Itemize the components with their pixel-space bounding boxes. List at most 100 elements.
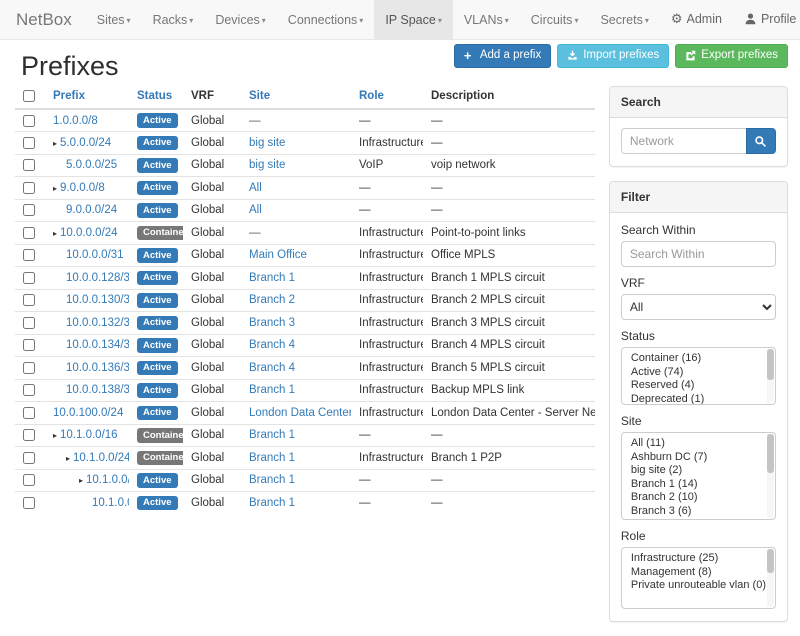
- site-link[interactable]: Branch 1: [249, 384, 295, 396]
- profile-link[interactable]: Profile: [733, 0, 800, 39]
- prefix-link[interactable]: 10.0.0.130/31: [66, 294, 129, 306]
- row-checkbox[interactable]: [23, 317, 35, 329]
- column-header-description: Description: [423, 86, 595, 109]
- expand-arrow-icon: ▸: [66, 454, 70, 463]
- column-header-site[interactable]: Site: [241, 86, 351, 109]
- user-icon: [744, 12, 757, 25]
- list-option[interactable]: Branch 4 (12): [622, 518, 775, 520]
- row-checkbox[interactable]: [23, 294, 35, 306]
- status-badge: Active: [137, 316, 178, 331]
- site-link[interactable]: Branch 1: [249, 497, 295, 509]
- column-header-prefix[interactable]: Prefix: [45, 86, 129, 109]
- nav-menu-item[interactable]: Devices▾: [204, 0, 276, 39]
- prefix-link[interactable]: 10.1.0.0/24: [73, 452, 129, 464]
- list-option[interactable]: Infrastructure (25): [622, 552, 775, 566]
- prefix-link[interactable]: 5.0.0.0/25: [66, 159, 117, 171]
- search-within-input[interactable]: [621, 241, 776, 267]
- nav-menu-item[interactable]: VLANs▾: [453, 0, 520, 39]
- row-checkbox[interactable]: [23, 384, 35, 396]
- prefix-link[interactable]: 10.1.0.0/25: [86, 474, 129, 486]
- prefix-link[interactable]: 10.0.0.0/24: [60, 227, 118, 239]
- export-prefixes-button[interactable]: Export prefixes: [675, 44, 788, 68]
- scrollbar[interactable]: [767, 434, 774, 518]
- nav-menu-item[interactable]: Racks▾: [142, 0, 205, 39]
- prefix-link[interactable]: 10.0.0.0/31: [66, 249, 124, 261]
- list-option[interactable]: Branch 2 (10): [622, 491, 775, 505]
- row-checkbox[interactable]: [23, 429, 35, 441]
- site-link[interactable]: Branch 1: [249, 272, 295, 284]
- select-all-checkbox[interactable]: [23, 90, 35, 102]
- list-option[interactable]: Branch 3 (6): [622, 505, 775, 519]
- column-header-role[interactable]: Role: [351, 86, 423, 109]
- list-option[interactable]: Ashburn DC (7): [622, 451, 775, 465]
- add-prefix-button[interactable]: + Add a prefix: [454, 44, 551, 68]
- list-option[interactable]: Container (16): [622, 352, 775, 366]
- row-checkbox[interactable]: [23, 137, 35, 149]
- prefix-link[interactable]: 10.0.0.128/31: [66, 272, 129, 284]
- list-option[interactable]: Management (8): [622, 566, 775, 580]
- list-option[interactable]: Active (74): [622, 366, 775, 380]
- row-checkbox[interactable]: [23, 497, 35, 509]
- row-checkbox[interactable]: [23, 159, 35, 171]
- site-link[interactable]: Branch 4: [249, 362, 295, 374]
- site-link[interactable]: London Data Center: [249, 407, 351, 419]
- list-option[interactable]: Reserved (4): [622, 379, 775, 393]
- list-option[interactable]: Deprecated (1): [622, 393, 775, 406]
- row-checkbox[interactable]: [23, 182, 35, 194]
- list-option[interactable]: big site (2): [622, 464, 775, 478]
- nav-menu-item[interactable]: IP Space▾: [374, 0, 453, 39]
- prefix-link[interactable]: 10.0.100.0/24: [53, 407, 123, 419]
- site-link[interactable]: Branch 1: [249, 452, 295, 464]
- prefix-link[interactable]: 5.0.0.0/24: [60, 137, 111, 149]
- row-checkbox[interactable]: [23, 407, 35, 419]
- search-button[interactable]: [746, 128, 776, 154]
- row-checkbox[interactable]: [23, 452, 35, 464]
- site-link[interactable]: Branch 3: [249, 317, 295, 329]
- site-link[interactable]: Branch 1: [249, 474, 295, 486]
- prefix-link[interactable]: 9.0.0.0/8: [60, 182, 105, 194]
- site-link[interactable]: All: [249, 182, 262, 194]
- vrf-select[interactable]: All: [621, 294, 776, 320]
- row-checkbox[interactable]: [23, 227, 35, 239]
- import-prefixes-button[interactable]: Import prefixes: [557, 44, 669, 68]
- list-option[interactable]: Private unrouteable vlan (0): [622, 579, 775, 593]
- row-checkbox[interactable]: [23, 115, 35, 127]
- prefix-link[interactable]: 10.1.0.0/16: [60, 429, 118, 441]
- row-checkbox[interactable]: [23, 249, 35, 261]
- nav-menu-item[interactable]: Secrets▾: [589, 0, 659, 39]
- list-option[interactable]: Branch 1 (14): [622, 478, 775, 492]
- column-header-status[interactable]: Status: [129, 86, 183, 109]
- description-value: —: [431, 137, 443, 149]
- site-link[interactable]: big site: [249, 159, 285, 171]
- scrollbar[interactable]: [767, 549, 774, 607]
- prefix-link[interactable]: 10.0.0.138/31: [66, 384, 129, 396]
- site-link[interactable]: big site: [249, 137, 285, 149]
- row-checkbox[interactable]: [23, 474, 35, 486]
- nav-menu-item[interactable]: Connections▾: [277, 0, 375, 39]
- site-link[interactable]: Branch 4: [249, 339, 295, 351]
- status-badge: Active: [137, 248, 178, 263]
- brand-logo[interactable]: NetBox: [10, 0, 86, 39]
- prefix-link[interactable]: 9.0.0.0/24: [66, 204, 117, 216]
- prefix-link[interactable]: 10.1.0.0/26: [92, 497, 129, 509]
- site-link[interactable]: Branch 2: [249, 294, 295, 306]
- prefix-link[interactable]: 1.0.0.0/8: [53, 115, 98, 127]
- admin-link[interactable]: ⚙ Admin: [660, 0, 733, 39]
- status-badge: Active: [137, 113, 178, 128]
- prefix-link[interactable]: 10.0.0.134/31: [66, 339, 129, 351]
- row-checkbox[interactable]: [23, 339, 35, 351]
- nav-menu-item[interactable]: Circuits▾: [520, 0, 590, 39]
- prefix-link[interactable]: 10.0.0.136/31: [66, 362, 129, 374]
- site-link[interactable]: Branch 1: [249, 429, 295, 441]
- site-link[interactable]: Main Office: [249, 249, 307, 261]
- prefix-link[interactable]: 10.0.0.132/31: [66, 317, 129, 329]
- vrf-value: Global: [191, 317, 224, 329]
- nav-menu-item[interactable]: Sites▾: [86, 0, 142, 39]
- list-option[interactable]: All (11): [622, 437, 775, 451]
- search-input[interactable]: [621, 128, 746, 154]
- row-checkbox[interactable]: [23, 362, 35, 374]
- site-link[interactable]: All: [249, 204, 262, 216]
- scrollbar[interactable]: [767, 349, 774, 403]
- row-checkbox[interactable]: [23, 272, 35, 284]
- row-checkbox[interactable]: [23, 204, 35, 216]
